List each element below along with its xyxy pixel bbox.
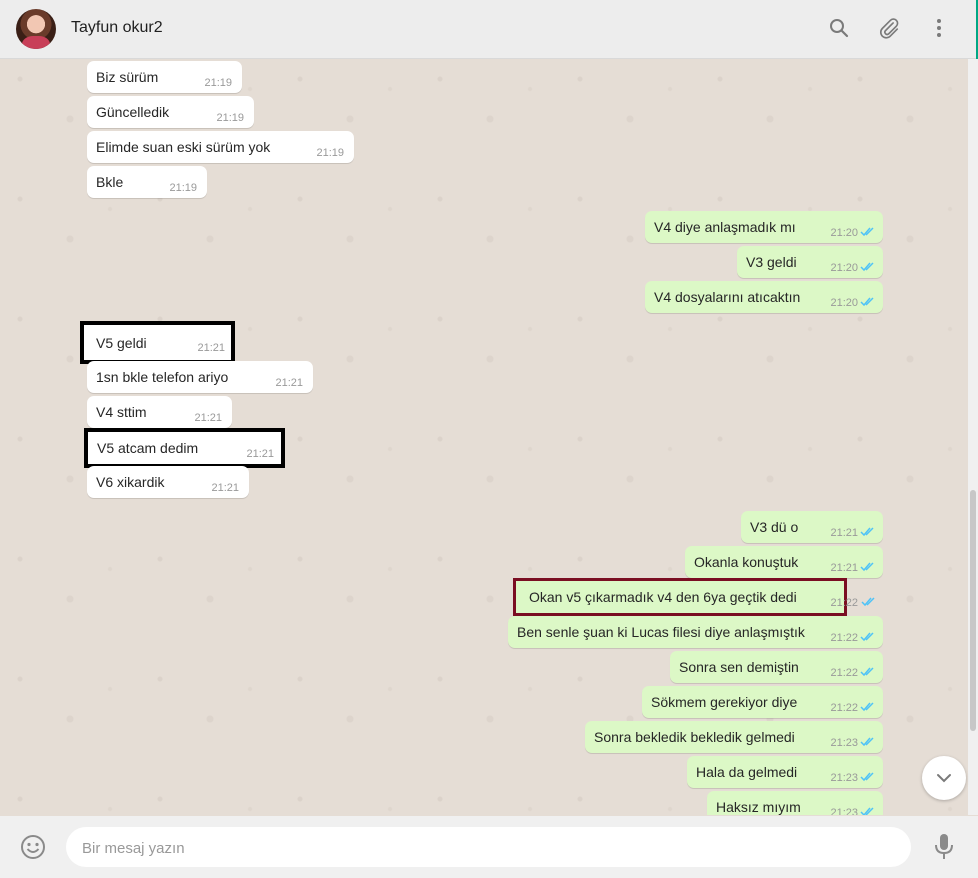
chat-header: Tayfun okur2 bbox=[0, 0, 976, 59]
message-bubble[interactable]: V4 diye anlaşmadık mı 21:20 bbox=[645, 211, 883, 243]
message-time: 21:21 bbox=[197, 342, 225, 354]
message-text: V3 dü o bbox=[750, 519, 799, 535]
read-ticks-icon bbox=[860, 227, 874, 237]
message-time: 21:19 bbox=[169, 182, 197, 194]
message-text: Güncelledik bbox=[96, 104, 170, 120]
message-time: 21:21 bbox=[275, 377, 303, 389]
message-input-box[interactable] bbox=[66, 827, 911, 869]
composer-bar bbox=[0, 816, 978, 878]
message-bubble[interactable]: Hala da gelmedi 21:23 bbox=[687, 756, 883, 788]
message-bubble[interactable]: V6 xikardik 21:21 bbox=[87, 466, 249, 498]
chat-scrollbar[interactable] bbox=[968, 59, 978, 815]
message-time: 21:22 bbox=[830, 597, 858, 609]
message-time: 21:21 bbox=[246, 448, 274, 460]
read-ticks-icon bbox=[861, 597, 875, 607]
message-time: 21:22 bbox=[830, 667, 858, 679]
message-bubble[interactable]: Biz sürüm 21:19 bbox=[87, 61, 242, 93]
message-time: 21:20 bbox=[830, 297, 858, 309]
message-text: Sonra sen demiştin bbox=[679, 659, 799, 675]
attach-icon[interactable] bbox=[877, 16, 901, 40]
message-input[interactable] bbox=[80, 827, 894, 869]
message-bubble[interactable]: Elimde suan eski sürüm yok 21:19 bbox=[87, 131, 354, 163]
message-bubble[interactable]: Okanla konuştuk 21:21 bbox=[685, 546, 883, 578]
message-time: 21:23 bbox=[830, 772, 858, 784]
message-text: Bkle bbox=[96, 174, 124, 190]
message-bubble[interactable]: Güncelledik 21:19 bbox=[87, 96, 254, 128]
message-time: 21:19 bbox=[216, 112, 244, 124]
message-list[interactable]: Biz sürüm 21:19 Güncelledik 21:19 Elimde… bbox=[0, 59, 968, 815]
message-time: 21:22 bbox=[830, 702, 858, 714]
message-text: V3 geldi bbox=[746, 254, 797, 270]
read-ticks-icon bbox=[860, 807, 874, 815]
message-time: 21:21 bbox=[211, 482, 239, 494]
scroll-down-button[interactable] bbox=[922, 756, 966, 800]
message-bubble[interactable]: Sonra sen demiştin 21:22 bbox=[670, 651, 883, 683]
message-text: V5 geldi bbox=[96, 335, 147, 351]
read-ticks-icon bbox=[860, 527, 874, 537]
message-bubble-highlighted[interactable]: V5 atcam dedim 21:21 bbox=[84, 428, 285, 468]
message-time: 21:21 bbox=[830, 527, 858, 539]
message-bubble[interactable]: V4 dosyalarını atıcaktın 21:20 bbox=[645, 281, 883, 313]
message-text: Sonra bekledik bekledik gelmedi bbox=[594, 729, 795, 745]
message-text: V5 atcam dedim bbox=[97, 440, 199, 456]
chevron-down-icon bbox=[937, 774, 951, 783]
read-ticks-icon bbox=[860, 667, 874, 677]
message-text: Biz sürüm bbox=[96, 69, 159, 85]
message-time: 21:20 bbox=[830, 262, 858, 274]
message-bubble[interactable]: Haksız mıyım 21:23 bbox=[707, 791, 883, 815]
message-text: Hala da gelmedi bbox=[696, 764, 798, 780]
message-bubble[interactable]: Sonra bekledik bekledik gelmedi 21:23 bbox=[585, 721, 883, 753]
message-time: 21:23 bbox=[830, 807, 858, 815]
scrollbar-thumb[interactable] bbox=[970, 490, 976, 731]
message-time: 21:23 bbox=[830, 737, 858, 749]
read-ticks-icon bbox=[860, 297, 874, 307]
message-bubble[interactable]: V4 sttim 21:21 bbox=[87, 396, 232, 428]
message-bubble[interactable]: V3 dü o 21:21 bbox=[741, 511, 883, 543]
emoji-icon[interactable] bbox=[20, 834, 46, 860]
microphone-icon[interactable] bbox=[932, 832, 956, 862]
message-text: V6 xikardik bbox=[96, 474, 165, 490]
message-bubble[interactable]: V3 geldi 21:20 bbox=[737, 246, 883, 278]
read-ticks-icon bbox=[860, 632, 874, 642]
message-time: 21:21 bbox=[194, 412, 222, 424]
message-text: Haksız mıyım bbox=[716, 799, 801, 815]
message-text: V4 diye anlaşmadık mı bbox=[654, 219, 796, 235]
menu-icon[interactable] bbox=[927, 16, 951, 40]
message-time: 21:21 bbox=[830, 562, 858, 574]
message-bubble[interactable]: Sökmem gerekiyor diye 21:22 bbox=[642, 686, 883, 718]
read-ticks-icon bbox=[860, 737, 874, 747]
message-text: Okan v5 çıkarmadık v4 den 6ya geçtik ded… bbox=[529, 589, 797, 605]
search-icon[interactable] bbox=[827, 16, 851, 40]
read-ticks-icon bbox=[860, 702, 874, 712]
message-bubble[interactable]: Ben senle şuan ki Lucas filesi diye anla… bbox=[508, 616, 883, 648]
avatar[interactable] bbox=[16, 9, 56, 49]
message-text: Ben senle şuan ki Lucas filesi diye anla… bbox=[517, 624, 805, 640]
read-ticks-icon bbox=[860, 772, 874, 782]
message-time: 21:19 bbox=[204, 77, 232, 89]
message-bubble[interactable]: Bkle 21:19 bbox=[87, 166, 207, 198]
message-bubble-highlighted[interactable]: V5 geldi 21:21 bbox=[80, 321, 235, 364]
contact-name[interactable]: Tayfun okur2 bbox=[71, 19, 163, 37]
message-text: V4 dosyalarını atıcaktın bbox=[654, 289, 801, 305]
message-text: V4 sttim bbox=[96, 404, 147, 420]
read-ticks-icon bbox=[860, 262, 874, 272]
message-text: Okanla konuştuk bbox=[694, 554, 799, 570]
message-text: 1sn bkle telefon ariyo bbox=[96, 369, 229, 385]
message-text: Elimde suan eski sürüm yok bbox=[96, 139, 271, 155]
message-bubble[interactable]: 1sn bkle telefon ariyo 21:21 bbox=[87, 361, 313, 393]
message-time: 21:19 bbox=[316, 147, 344, 159]
read-ticks-icon bbox=[860, 562, 874, 572]
message-time: 21:20 bbox=[830, 227, 858, 239]
message-bubble-highlighted[interactable]: Okan v5 çıkarmadık v4 den 6ya geçtik ded… bbox=[513, 578, 875, 616]
message-time: 21:22 bbox=[830, 632, 858, 644]
message-text: Sökmem gerekiyor diye bbox=[651, 694, 798, 710]
